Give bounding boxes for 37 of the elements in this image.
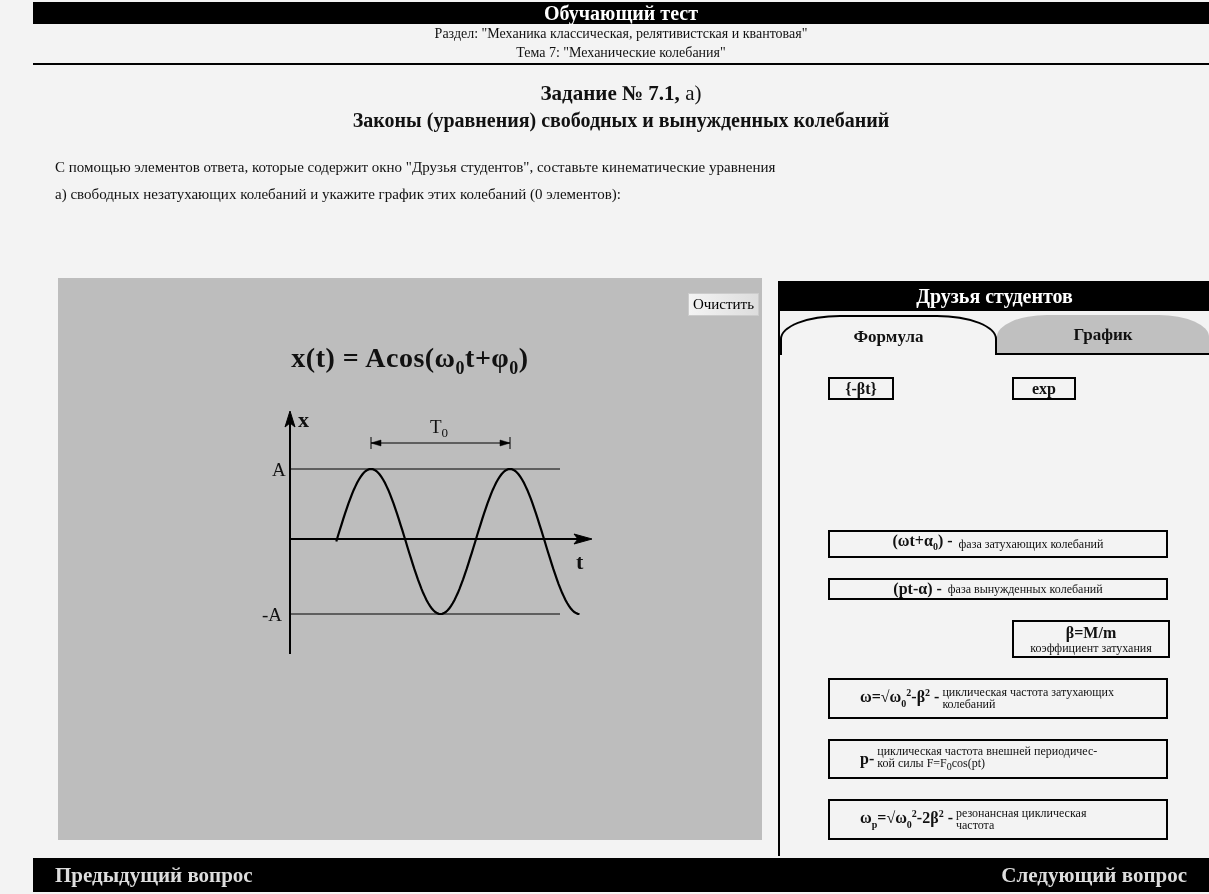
formula-description: циклическая частота затухающих колебаний <box>942 686 1114 711</box>
formula-description: коэффициент затухания <box>1030 642 1152 655</box>
formula-text: ω=√ω$_{0}$$^{2}$-β$^{2}$ - <box>860 686 940 711</box>
formula-description: циклическая частота внешней периодичес- кой силы F=F$_{0}$cos(pt) <box>877 744 1098 774</box>
tab[interactable]: График <box>997 315 1209 355</box>
instruction-text: а) свободных незатухающих колебаний и укажите график этих колебаний (0 элементов): <box>55 185 622 204</box>
graph-label: t <box>576 548 584 574</box>
graph-label: A <box>272 458 286 480</box>
formula-card[interactable]: (pt-α) - фаза вынужденных колебаний <box>828 578 1168 601</box>
graph-label: T$_{0}$ <box>430 415 449 440</box>
task-number: Задание № 7.1, а) <box>539 81 703 106</box>
equation: x(t) = Acos(ω$_{0}$t+φ$_{0}$) <box>291 342 529 379</box>
panel-title: Друзья студентов <box>780 281 1209 311</box>
formula-text: β=M/m <box>1065 624 1117 643</box>
graph-label: -A <box>262 603 283 625</box>
graph-label: x <box>298 408 309 432</box>
formula-text: (pt-α) - <box>893 580 942 599</box>
instruction-text: С помощью элементов ответа, которые содержит окно "Друзья студентов", составьте кинематические уравнения <box>55 158 777 177</box>
formula-description: фаза вынужденных колебаний <box>947 583 1103 596</box>
formula-text: ω$_{p}$=√ω$_{0}$$^{2}$-2β$^{2}$ - <box>860 807 953 832</box>
topic-text: Тема 7: "Механические колебания" <box>515 44 727 62</box>
section-text: Раздел: "Механика классическая, релятивистская и квантовая" <box>433 25 809 43</box>
formula-token[interactable]: exp <box>1012 377 1076 400</box>
clear-button[interactable]: Очистить <box>687 293 759 316</box>
formula-card[interactable]: (ωt+α$_{0}$) - фаза затухающих колебаний <box>828 530 1168 559</box>
page-title: Обучающий тест <box>544 1 698 25</box>
answer-area[interactable]: Очистить x(t) = Acos(ω$_{0}$t+φ$_{0}$) x t A -A T$_{0}$ <box>58 278 762 840</box>
formula-text: p- <box>860 749 875 768</box>
formula-card[interactable]: β=M/m коэффициент затухания <box>1012 620 1170 659</box>
formula-text: (ωt+α$_{0}$) - <box>892 532 953 555</box>
next-question-link[interactable]: Следующий вопрос <box>1001 862 1187 888</box>
formula-description: резонансная циклическая частота <box>955 807 1087 832</box>
task-title: Законы (уравнения) свободных и вынужденных колебаний <box>351 109 891 132</box>
formula-token[interactable]: {-βt} <box>828 377 894 400</box>
formula-description: фаза затухающих колебаний <box>958 538 1104 551</box>
tab[interactable]: Формула <box>780 315 997 355</box>
previous-question-link[interactable]: Предыдущий вопрос <box>55 862 253 888</box>
